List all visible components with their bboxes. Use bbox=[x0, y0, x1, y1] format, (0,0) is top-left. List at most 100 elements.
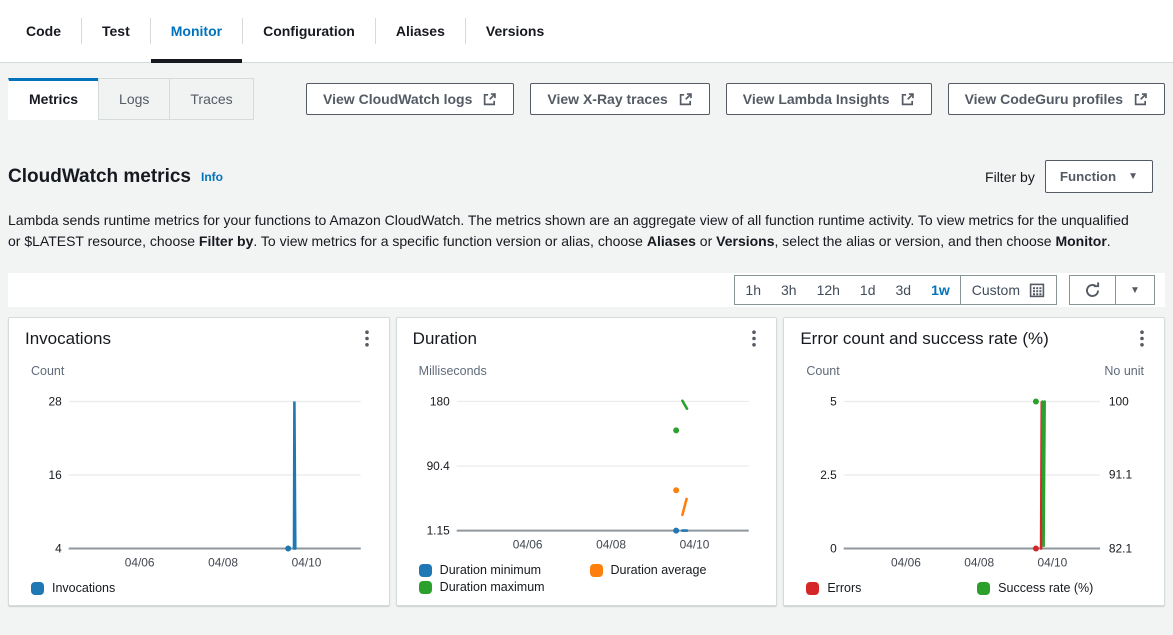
chart-menu-button[interactable] bbox=[1136, 328, 1148, 352]
legend-marker-icon bbox=[31, 582, 44, 595]
y-tick-label: 2.5 bbox=[821, 468, 838, 482]
chart-menu-button[interactable] bbox=[748, 328, 760, 352]
description-bold-term: Monitor bbox=[1055, 233, 1106, 249]
series-invocations-line bbox=[294, 402, 295, 549]
tab-aliases[interactable]: Aliases bbox=[376, 0, 465, 62]
description-text: . To view metrics for a specific functio… bbox=[253, 233, 646, 249]
legend-marker-icon bbox=[419, 564, 432, 577]
y-tick-label: 180 bbox=[430, 394, 450, 408]
caret-down-icon: ▼ bbox=[1130, 285, 1140, 296]
refresh-button[interactable] bbox=[1070, 276, 1115, 304]
legend-label: Invocations bbox=[52, 581, 115, 595]
y-tick-label: 16 bbox=[49, 468, 63, 482]
legend-item-duration-average: Duration average bbox=[590, 563, 761, 577]
lambda-monitor-page: { "tabs": [ {"label": "Code", "selected"… bbox=[0, 0, 1173, 635]
function-filter-dropdown[interactable]: Function ▼ bbox=[1045, 160, 1153, 193]
calendar-icon bbox=[1029, 282, 1045, 298]
y-axis-unit-left: Count bbox=[806, 364, 839, 379]
y-tick-label: 28 bbox=[49, 394, 63, 408]
legend-marker-icon bbox=[590, 564, 603, 577]
chart-card-error-count-and-success-rate: Error count and success rate (%) Count No… bbox=[783, 317, 1165, 606]
chart-card-invocations: Invocations Count2816404/0604/0804/10Inv… bbox=[8, 317, 390, 606]
legend-item-errors: Errors bbox=[806, 581, 977, 595]
range-3d[interactable]: 3d bbox=[886, 276, 922, 304]
view-lambda-insights-button[interactable]: View Lambda Insights bbox=[726, 83, 932, 115]
refresh-options-dropdown-button[interactable]: ▼ bbox=[1115, 276, 1154, 304]
info-link[interactable]: Info bbox=[201, 170, 223, 184]
range-3h[interactable]: 3h bbox=[771, 276, 807, 304]
x-tick-label: 04/10 bbox=[1038, 555, 1068, 569]
range-12h[interactable]: 12h bbox=[807, 276, 850, 304]
legend-item-invocations: Invocations bbox=[31, 581, 202, 595]
y-axis-unit-left: Milliseconds bbox=[419, 364, 487, 379]
button-label: View X-Ray traces bbox=[547, 91, 667, 107]
page-title: CloudWatch metrics bbox=[8, 166, 191, 188]
time-range-group: 1h3h12h1d3d1wCustom bbox=[734, 275, 1057, 305]
external-link-icon bbox=[1133, 92, 1148, 107]
filter-by-label: Filter by bbox=[985, 169, 1035, 185]
series-duration-minimum-point bbox=[673, 528, 679, 534]
chart-plot-invocations: 2816404/0604/0804/10 bbox=[25, 381, 373, 575]
chart-menu-button[interactable] bbox=[361, 328, 373, 352]
monitor-subnav: MetricsLogsTraces View CloudWatch logs V… bbox=[8, 78, 1165, 120]
range-1h[interactable]: 1h bbox=[735, 276, 771, 304]
series-duration-average-point bbox=[673, 487, 679, 493]
chart-plot-error-count-and-success-rate: 52.5010091.182.104/0604/0804/10 bbox=[800, 381, 1148, 575]
chart-axis-units: Milliseconds bbox=[413, 364, 761, 379]
view-codeguru-profiles-button[interactable]: View CodeGuru profiles bbox=[948, 83, 1165, 115]
series-success-rate-point bbox=[1033, 399, 1039, 405]
tab-test[interactable]: Test bbox=[82, 0, 150, 62]
series-duration-average-line bbox=[682, 499, 686, 515]
chart-title: Error count and success rate (%) bbox=[800, 328, 1048, 350]
series-invocations-point bbox=[285, 546, 291, 552]
filter-by-control: Filter by Function ▼ bbox=[985, 160, 1153, 193]
y-axis-unit-left: Count bbox=[31, 364, 64, 379]
external-link-icon bbox=[482, 92, 497, 107]
view-cloudwatch-logs-button[interactable]: View CloudWatch logs bbox=[306, 83, 514, 115]
tab-versions[interactable]: Versions bbox=[466, 0, 564, 62]
y-axis-unit-right: No unit bbox=[1104, 364, 1144, 379]
range-1w[interactable]: 1w bbox=[921, 276, 960, 304]
y-tick-label: 0 bbox=[830, 542, 837, 556]
description-bold-term: Aliases bbox=[647, 233, 696, 249]
metrics-logs-traces-tabs: MetricsLogsTraces bbox=[8, 78, 254, 120]
cloudwatch-heading-row: CloudWatch metrics Info Filter by Functi… bbox=[8, 160, 1165, 193]
filter-selected-value: Function bbox=[1060, 169, 1116, 184]
chart-legend: Invocations bbox=[25, 581, 373, 595]
x-tick-label: 04/08 bbox=[596, 537, 626, 551]
chart-card-duration: Duration Milliseconds18090.41.1504/0604/… bbox=[396, 317, 778, 606]
monitor-content: MetricsLogsTraces View CloudWatch logs V… bbox=[0, 78, 1173, 606]
legend-marker-icon bbox=[806, 582, 819, 595]
legend-label: Errors bbox=[827, 581, 861, 595]
range-1d[interactable]: 1d bbox=[850, 276, 886, 304]
subtab-traces[interactable]: Traces bbox=[169, 78, 253, 120]
tab-configuration[interactable]: Configuration bbox=[243, 0, 375, 62]
legend-label: Duration maximum bbox=[440, 580, 545, 594]
subtab-logs[interactable]: Logs bbox=[98, 78, 170, 120]
range-custom[interactable]: Custom bbox=[960, 276, 1056, 304]
legend-label: Duration minimum bbox=[440, 563, 541, 577]
refresh-icon bbox=[1084, 282, 1101, 299]
x-tick-label: 04/06 bbox=[891, 555, 921, 569]
legend-item-success-rate: Success rate (%) bbox=[977, 581, 1148, 595]
tab-code[interactable]: Code bbox=[6, 0, 81, 62]
legend-marker-icon bbox=[977, 582, 990, 595]
x-tick-label: 04/08 bbox=[208, 555, 238, 569]
y-tick-label-right: 91.1 bbox=[1109, 468, 1133, 482]
x-tick-label: 04/10 bbox=[679, 537, 709, 551]
x-tick-label: 04/08 bbox=[965, 555, 995, 569]
view-x-ray-traces-button[interactable]: View X-Ray traces bbox=[530, 83, 709, 115]
legend-label: Success rate (%) bbox=[998, 581, 1093, 595]
x-tick-label: 04/06 bbox=[125, 555, 155, 569]
tab-monitor[interactable]: Monitor bbox=[151, 0, 242, 62]
external-view-buttons: View CloudWatch logs View X-Ray traces V… bbox=[306, 83, 1165, 115]
metrics-description: Lambda sends runtime metrics for your fu… bbox=[8, 210, 1138, 252]
series-duration-maximum-point bbox=[673, 427, 679, 433]
legend-item-duration-maximum: Duration maximum bbox=[419, 580, 590, 594]
subtab-metrics[interactable]: Metrics bbox=[8, 78, 99, 120]
button-label: View CloudWatch logs bbox=[323, 91, 472, 107]
description-bold-term: Versions bbox=[716, 233, 774, 249]
chart-card-header: Invocations bbox=[25, 328, 373, 352]
metric-charts-row: Invocations Count2816404/0604/0804/10Inv… bbox=[8, 317, 1165, 606]
description-text: or bbox=[696, 233, 716, 249]
